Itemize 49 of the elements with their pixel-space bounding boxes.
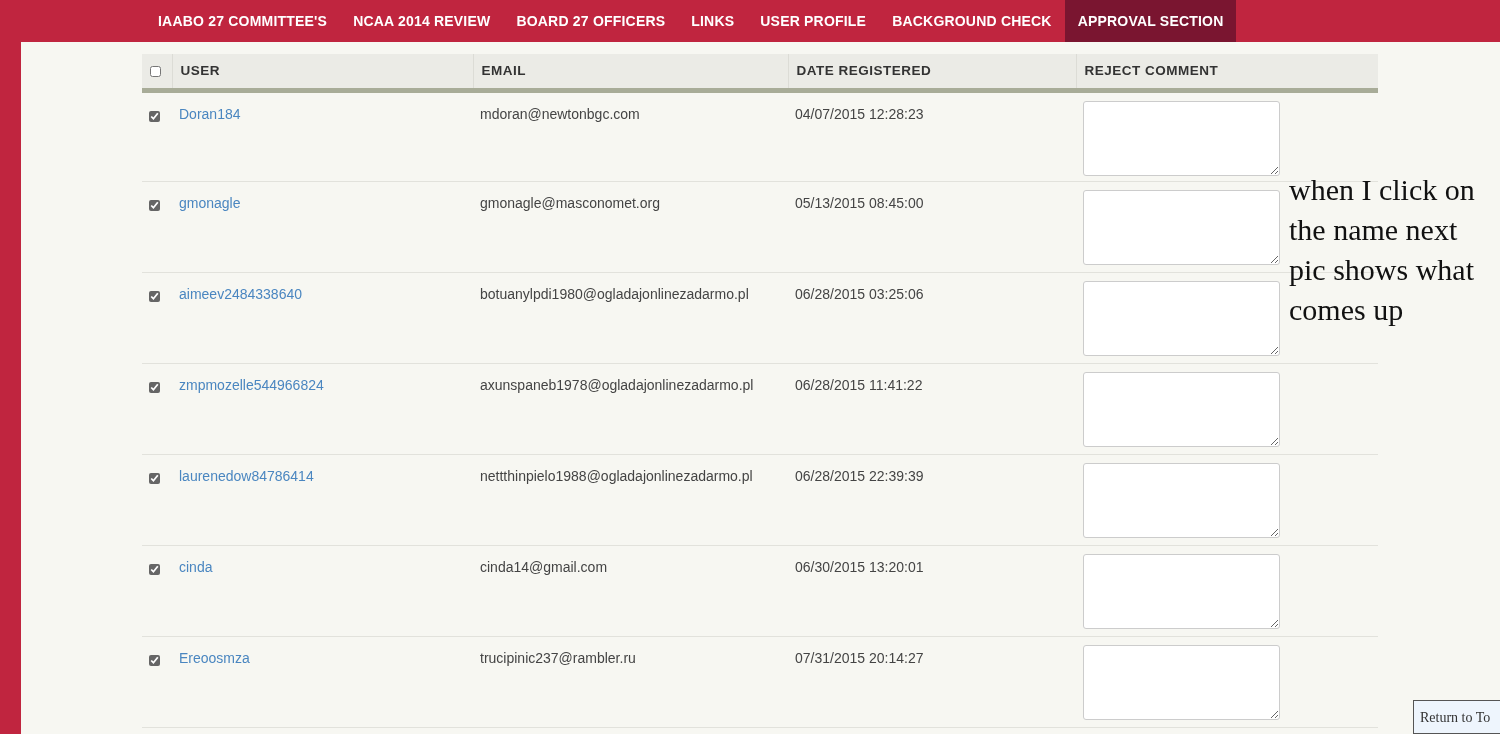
username-link[interactable]: cinda [179,558,213,575]
row-checkbox[interactable] [149,564,160,576]
column-header: DATE REGISTERED [796,62,932,78]
column-header: EMAIL [481,62,526,78]
date-text: 06/30/2015 13:20:01 [795,558,924,575]
annotation-text: when I click on the name next pic shows what comes up [1289,172,1476,328]
date-text: 05/13/2015 08:45:00 [795,194,924,211]
return-to-top-button[interactable]: Return to To [1413,700,1500,734]
email-text: axunspaneb1978@ogladajonlinezadarmo.pl [480,376,754,393]
nav-tab[interactable]: IAABO 27 COMMITTEE'S [145,0,341,42]
reject-comment-field[interactable] [1083,371,1280,447]
email-text: nettthinpielo1988@ogladajonlinezadarmo.pl [480,467,753,484]
row-checkbox[interactable] [149,655,160,667]
nav-tab[interactable]: BOARD 27 OFFICERS [503,0,679,42]
nav-tab[interactable]: NCAA 2014 REVIEW [340,0,504,42]
username-link[interactable]: laurenedow84786414 [179,467,314,484]
nav-tab[interactable]: APPROVAL SECTION [1064,0,1237,42]
nav-tab[interactable]: BACKGROUND CHECK [879,0,1065,42]
email-text: mdoran@newtonbgc.com [480,105,640,122]
row-checkbox[interactable] [149,473,160,485]
row-checkbox[interactable] [149,200,160,212]
date-text: 04/07/2015 12:28:23 [795,105,924,122]
date-text: 06/28/2015 22:39:39 [795,467,924,484]
date-text: 07/31/2015 20:14:27 [795,649,924,666]
row-checkbox[interactable] [149,291,160,303]
reject-comment-field[interactable] [1083,644,1280,720]
email-text: gmonagle@masconomet.org [480,194,660,211]
column-header: REJECT COMMENT [1084,62,1219,78]
nav-tab[interactable]: USER PROFILE [747,0,880,42]
reject-comment-field[interactable] [1083,189,1280,265]
email-text: trucipinic237@rambler.ru [480,649,636,666]
date-text: 06/28/2015 11:41:22 [795,376,923,393]
username-link[interactable]: aimeev2484338640 [179,285,302,302]
reject-comment-field[interactable] [1083,100,1280,176]
reject-comment-field[interactable] [1083,553,1280,629]
reject-comment-field[interactable] [1083,280,1280,356]
reject-comment-field[interactable] [1083,462,1280,538]
email-text: cinda14@gmail.com [480,558,608,575]
email-text: botuanylpdi1980@ogladajonlinezadarmo.pl [480,285,749,302]
username-link[interactable]: Ereoosmza [179,649,250,666]
row-checkbox[interactable] [149,382,160,394]
username-link[interactable]: gmonagle [179,194,241,211]
select-all-checkbox[interactable] [150,65,161,77]
nav-tab[interactable]: LINKS [678,0,748,42]
row-checkbox[interactable] [149,111,160,123]
date-text: 06/28/2015 03:25:06 [795,285,924,302]
username-link[interactable]: Doran184 [179,105,241,122]
column-header: USER [180,62,220,78]
username-link[interactable]: zmpmozelle544966824 [179,376,324,393]
